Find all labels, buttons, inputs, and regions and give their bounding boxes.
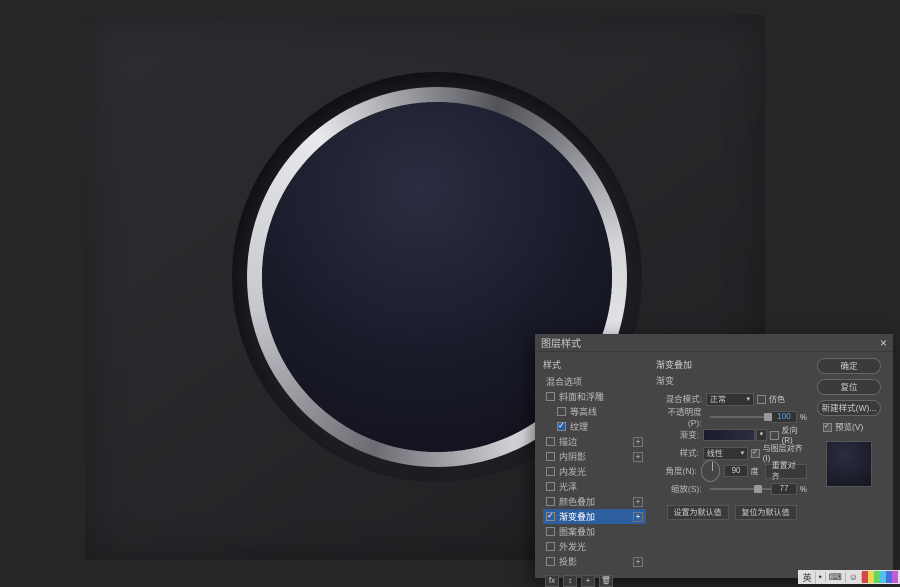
- style-effect-row[interactable]: 内发光: [543, 464, 646, 479]
- effect-checkbox[interactable]: [557, 407, 566, 416]
- style-effect-row[interactable]: 颜色叠加+: [543, 494, 646, 509]
- plus-icon[interactable]: +: [633, 512, 643, 522]
- effect-label: 纹理: [570, 420, 643, 433]
- ime-lang[interactable]: 英: [800, 571, 816, 584]
- style-label: 样式:: [656, 447, 699, 459]
- chevron-down-icon: ▾: [741, 449, 745, 457]
- effect-label: 渐变叠加: [559, 510, 633, 523]
- effect-checkbox[interactable]: [546, 542, 555, 551]
- effect-checkbox[interactable]: [546, 512, 555, 521]
- effect-label: 内阴影: [559, 450, 633, 463]
- style-effect-row[interactable]: 描边+: [543, 434, 646, 449]
- effect-label: 图案叠加: [559, 525, 643, 538]
- angle-unit: 度: [751, 466, 759, 477]
- reverse-label: 反向(R): [782, 425, 807, 445]
- style-effect-row[interactable]: 光泽: [543, 479, 646, 494]
- cancel-button[interactable]: 复位: [817, 379, 881, 395]
- ime-punct-icon[interactable]: •: [816, 572, 826, 582]
- angle-field[interactable]: 90: [724, 465, 747, 477]
- reset-default-button[interactable]: 复位为默认值: [735, 505, 797, 520]
- effect-checkbox[interactable]: [546, 437, 555, 446]
- dither-label: 仿色: [769, 394, 785, 405]
- new-style-button[interactable]: 新建样式(W)...: [817, 400, 881, 416]
- style-effect-row[interactable]: 内阴影+: [543, 449, 646, 464]
- subsection-title: 渐变: [656, 374, 807, 387]
- blend-mode-select[interactable]: 正常 ▾: [706, 393, 754, 406]
- style-effect-row[interactable]: 斜面和浮雕: [543, 389, 646, 404]
- blend-options-row[interactable]: 混合选项: [543, 374, 646, 389]
- close-icon[interactable]: ×: [880, 336, 887, 350]
- effect-checkbox[interactable]: [546, 557, 555, 566]
- effect-label: 斜面和浮雕: [559, 390, 643, 403]
- blend-mode-label: 混合模式:: [656, 393, 702, 405]
- effect-checkbox[interactable]: [546, 482, 555, 491]
- dialog-actions-panel: 确定 复位 新建样式(W)... 预览(V): [813, 352, 885, 578]
- effect-checkbox[interactable]: [546, 392, 555, 401]
- gradient-label: 渐变:: [656, 429, 699, 441]
- opacity-unit: %: [800, 413, 807, 422]
- style-effect-row[interactable]: 图案叠加: [543, 524, 646, 539]
- scale-field[interactable]: 77: [771, 483, 797, 495]
- effect-checkbox[interactable]: [557, 422, 566, 431]
- layer-style-dialog: 图层样式 × 样式 混合选项 斜面和浮雕等高线纹理描边+内阴影+内发光光泽颜色叠…: [535, 334, 893, 578]
- opacity-slider[interactable]: [710, 416, 771, 418]
- plus-icon[interactable]: +: [633, 437, 643, 447]
- align-layer-checkbox[interactable]: [751, 449, 760, 458]
- opacity-label: 不透明度(P):: [656, 406, 702, 428]
- effect-checkbox[interactable]: [546, 452, 555, 461]
- section-title: 渐变叠加: [656, 358, 807, 371]
- styles-list-panel: 样式 混合选项 斜面和浮雕等高线纹理描边+内阴影+内发光光泽颜色叠加+渐变叠加+…: [535, 352, 650, 578]
- effect-label: 光泽: [559, 480, 643, 493]
- effect-label: 颜色叠加: [559, 495, 633, 508]
- gradient-style-select[interactable]: 线性 ▾: [703, 447, 748, 460]
- preview-label: 预览(V): [835, 421, 863, 433]
- scale-label: 缩放(S):: [656, 483, 702, 495]
- plus-icon[interactable]: +: [633, 452, 643, 462]
- fx-button[interactable]: fx: [545, 575, 559, 587]
- gradient-picker-chevron[interactable]: ▾: [756, 429, 767, 441]
- gradient-overlay-panel: 渐变叠加 渐变 混合模式: 正常 ▾ 仿色 不透明度(P): 100 % 渐变:: [650, 352, 813, 578]
- effect-label: 内发光: [559, 465, 643, 478]
- scale-unit: %: [800, 485, 807, 494]
- trash-icon[interactable]: 🗑: [599, 575, 613, 587]
- scale-slider[interactable]: [710, 488, 771, 490]
- opacity-field[interactable]: 100: [771, 411, 797, 423]
- reset-align-button[interactable]: 重置对齐: [765, 464, 807, 479]
- style-effect-row[interactable]: 外发光: [543, 539, 646, 554]
- ime-face-icon[interactable]: ☺: [846, 572, 862, 582]
- make-default-button[interactable]: 设置为默认值: [667, 505, 729, 520]
- preview-swatch: [826, 441, 872, 487]
- ok-button[interactable]: 确定: [817, 358, 881, 374]
- ime-bar[interactable]: 英 • ⌨ ☺: [798, 570, 900, 584]
- effect-label: 描边: [559, 435, 633, 448]
- ime-keyboard-icon[interactable]: ⌨: [826, 572, 846, 583]
- reverse-checkbox[interactable]: [770, 431, 779, 440]
- style-effect-row[interactable]: 渐变叠加+: [543, 509, 646, 524]
- plus-icon[interactable]: +: [633, 497, 643, 507]
- effect-label: 等高线: [570, 405, 643, 418]
- gradient-swatch[interactable]: [703, 429, 755, 441]
- dialog-titlebar[interactable]: 图层样式 ×: [535, 334, 893, 352]
- plus-icon[interactable]: +: [633, 557, 643, 567]
- effect-label: 外发光: [559, 540, 643, 553]
- dialog-title: 图层样式: [541, 335, 581, 350]
- style-effect-row[interactable]: 纹理: [543, 419, 646, 434]
- style-effect-row[interactable]: 投影+: [543, 554, 646, 569]
- chevron-down-icon: ▾: [746, 395, 750, 403]
- angle-dial[interactable]: [701, 460, 721, 482]
- styles-header: 样式: [543, 358, 646, 371]
- preview-checkbox[interactable]: [823, 423, 832, 432]
- add-effect-icon[interactable]: +: [581, 575, 595, 587]
- effect-checkbox[interactable]: [546, 497, 555, 506]
- style-effect-row[interactable]: 等高线: [543, 404, 646, 419]
- effect-label: 投影: [559, 555, 633, 568]
- arrow-up-down-icon[interactable]: ↕: [563, 575, 577, 587]
- dither-checkbox[interactable]: [757, 395, 766, 404]
- effect-checkbox[interactable]: [546, 527, 555, 536]
- angle-label: 角度(N):: [656, 465, 697, 477]
- ime-color-strip[interactable]: [862, 571, 898, 583]
- effect-checkbox[interactable]: [546, 467, 555, 476]
